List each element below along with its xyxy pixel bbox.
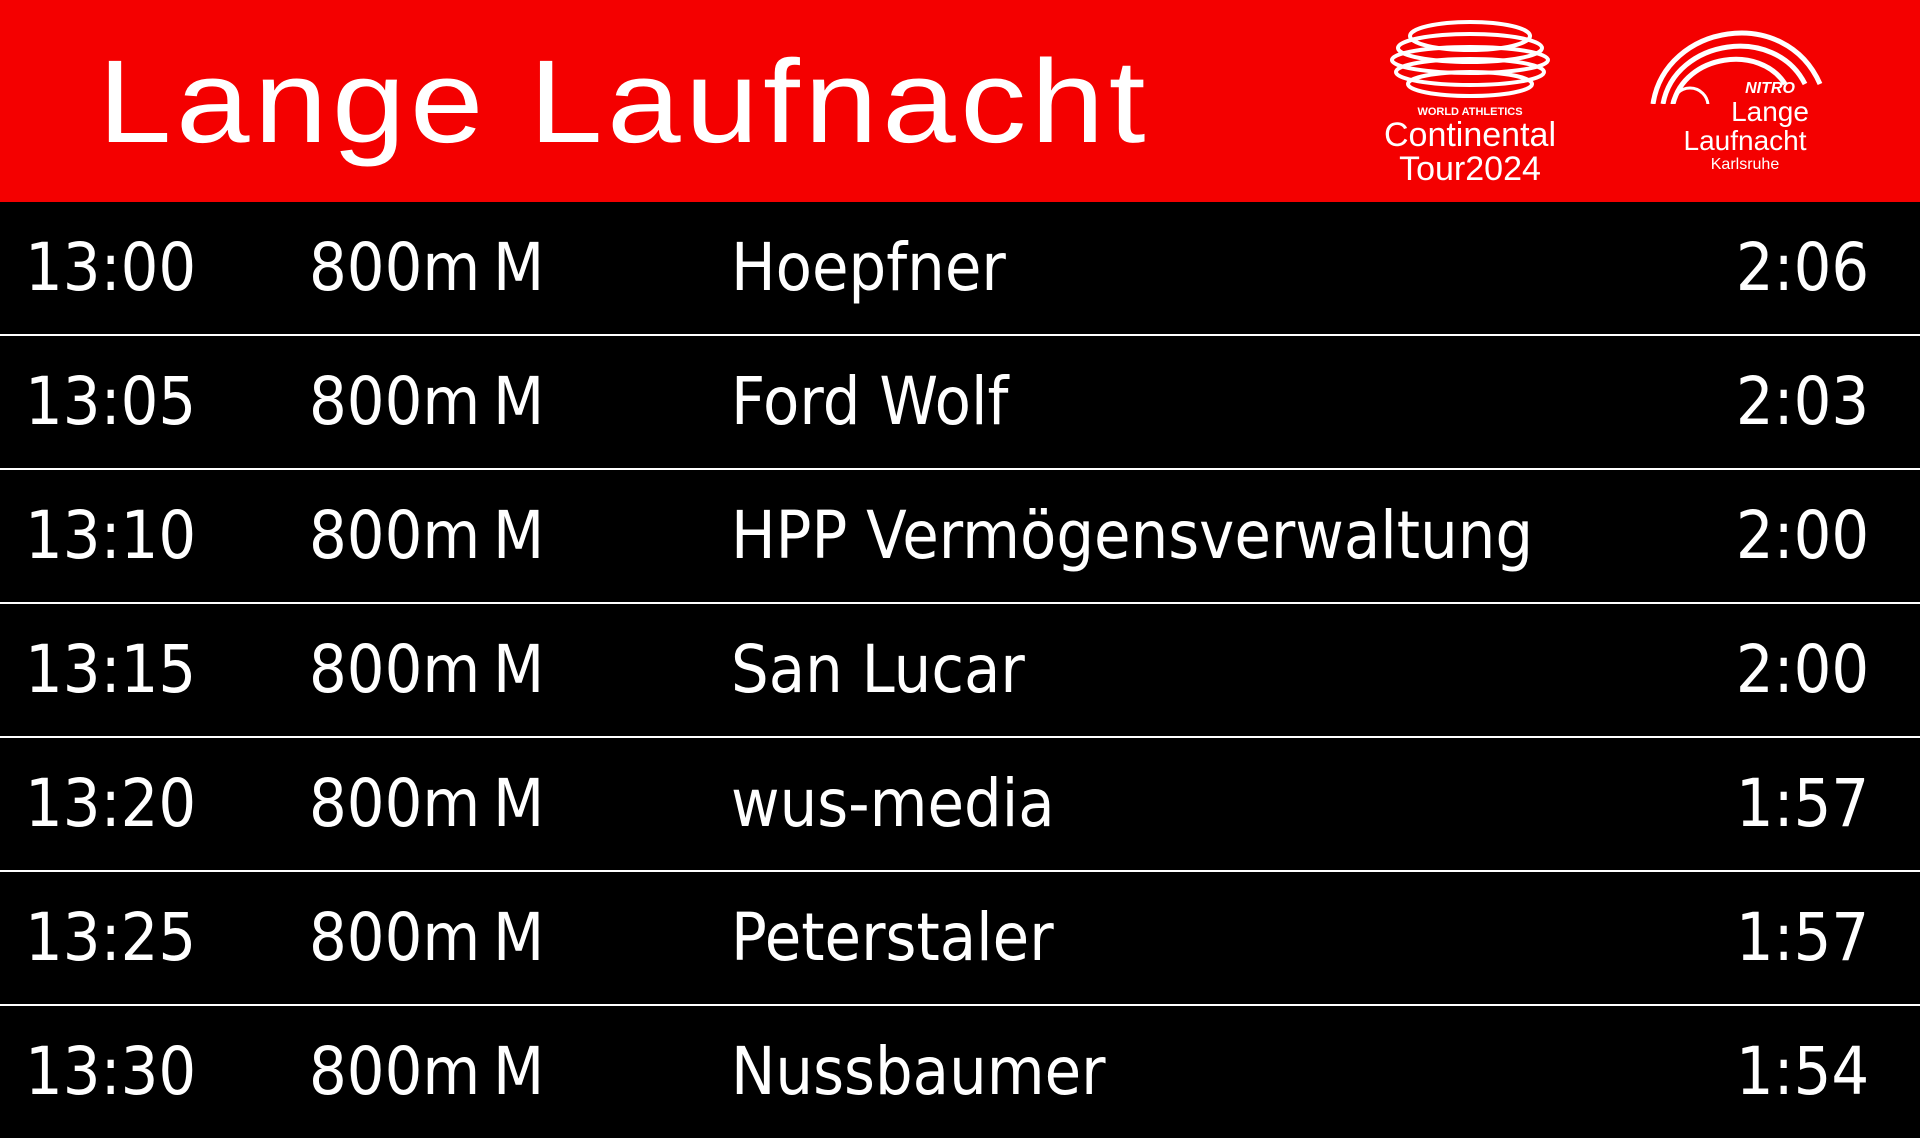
- team-name: Peterstaler: [731, 899, 1054, 976]
- logo-line2: Tour: [1399, 150, 1466, 188]
- distance: 800m: [309, 631, 481, 708]
- result-time: 1:57: [1735, 765, 1869, 842]
- results-list: 13:00 800m M Hoepfner 2:06 13:05 800m M …: [0, 202, 1920, 1138]
- distance: 800m: [309, 765, 481, 842]
- team-name: Nussbaumer: [731, 1033, 1106, 1110]
- header-banner: Lange Laufnacht WORLD ATHLETICS Continen…: [0, 0, 1920, 202]
- start-time: 13:25: [25, 899, 197, 976]
- page-title: Lange Laufnacht: [98, 36, 1150, 168]
- logo-year: 2024: [1465, 150, 1541, 188]
- team-name: Hoepfner: [731, 229, 1006, 306]
- category: M: [493, 1033, 545, 1110]
- rings-icon: [1390, 20, 1550, 98]
- distance: 800m: [309, 497, 481, 574]
- table-row: 13:30 800m M Nussbaumer 1:54: [0, 1006, 1920, 1138]
- logo-event-line1: Lange: [1731, 96, 1809, 127]
- distance: 800m: [309, 363, 481, 440]
- logo-event-city: Karlsruhe: [1710, 156, 1780, 173]
- category: M: [493, 899, 545, 976]
- category: M: [493, 497, 545, 574]
- category: M: [493, 229, 545, 306]
- category: M: [493, 363, 545, 440]
- result-time: 2:03: [1735, 363, 1869, 440]
- table-row: 13:25 800m M Peterstaler 1:57: [0, 872, 1920, 1006]
- table-row: 13:15 800m M San Lucar 2:00: [0, 604, 1920, 738]
- lange-laufnacht-logo: NITRO Lange Laufnacht Karlsruhe: [1645, 14, 1835, 174]
- result-time: 2:00: [1735, 631, 1869, 708]
- logo-event-line2: Laufnacht: [1683, 125, 1807, 156]
- start-time: 13:05: [25, 363, 197, 440]
- table-row: 13:00 800m M Hoepfner 2:06: [0, 202, 1920, 336]
- team-name: wus-media: [731, 765, 1055, 842]
- table-row: 13:20 800m M wus-media 1:57: [0, 738, 1920, 872]
- result-time: 2:06: [1735, 229, 1869, 306]
- continental-tour-logo: WORLD ATHLETICS Continental Tour2024: [1370, 14, 1570, 186]
- distance: 800m: [309, 1033, 481, 1110]
- start-time: 13:10: [25, 497, 197, 574]
- start-time: 13:30: [25, 1033, 197, 1110]
- distance: 800m: [309, 229, 481, 306]
- start-time: 13:00: [25, 229, 197, 306]
- table-row: 13:05 800m M Ford Wolf 2:03: [0, 336, 1920, 470]
- category: M: [493, 631, 545, 708]
- result-time: 1:57: [1735, 899, 1869, 976]
- table-row: 13:10 800m M HPP Vermögensverwaltung 2:0…: [0, 470, 1920, 604]
- start-time: 13:15: [25, 631, 197, 708]
- team-name: Ford Wolf: [731, 363, 1009, 440]
- start-time: 13:20: [25, 765, 197, 842]
- result-time: 2:00: [1735, 497, 1869, 574]
- category: M: [493, 765, 545, 842]
- logo-line1: Continental: [1383, 116, 1556, 154]
- team-name: San Lucar: [731, 631, 1025, 708]
- team-name: HPP Vermögensverwaltung: [731, 497, 1534, 574]
- result-time: 1:54: [1735, 1033, 1869, 1110]
- distance: 800m: [309, 899, 481, 976]
